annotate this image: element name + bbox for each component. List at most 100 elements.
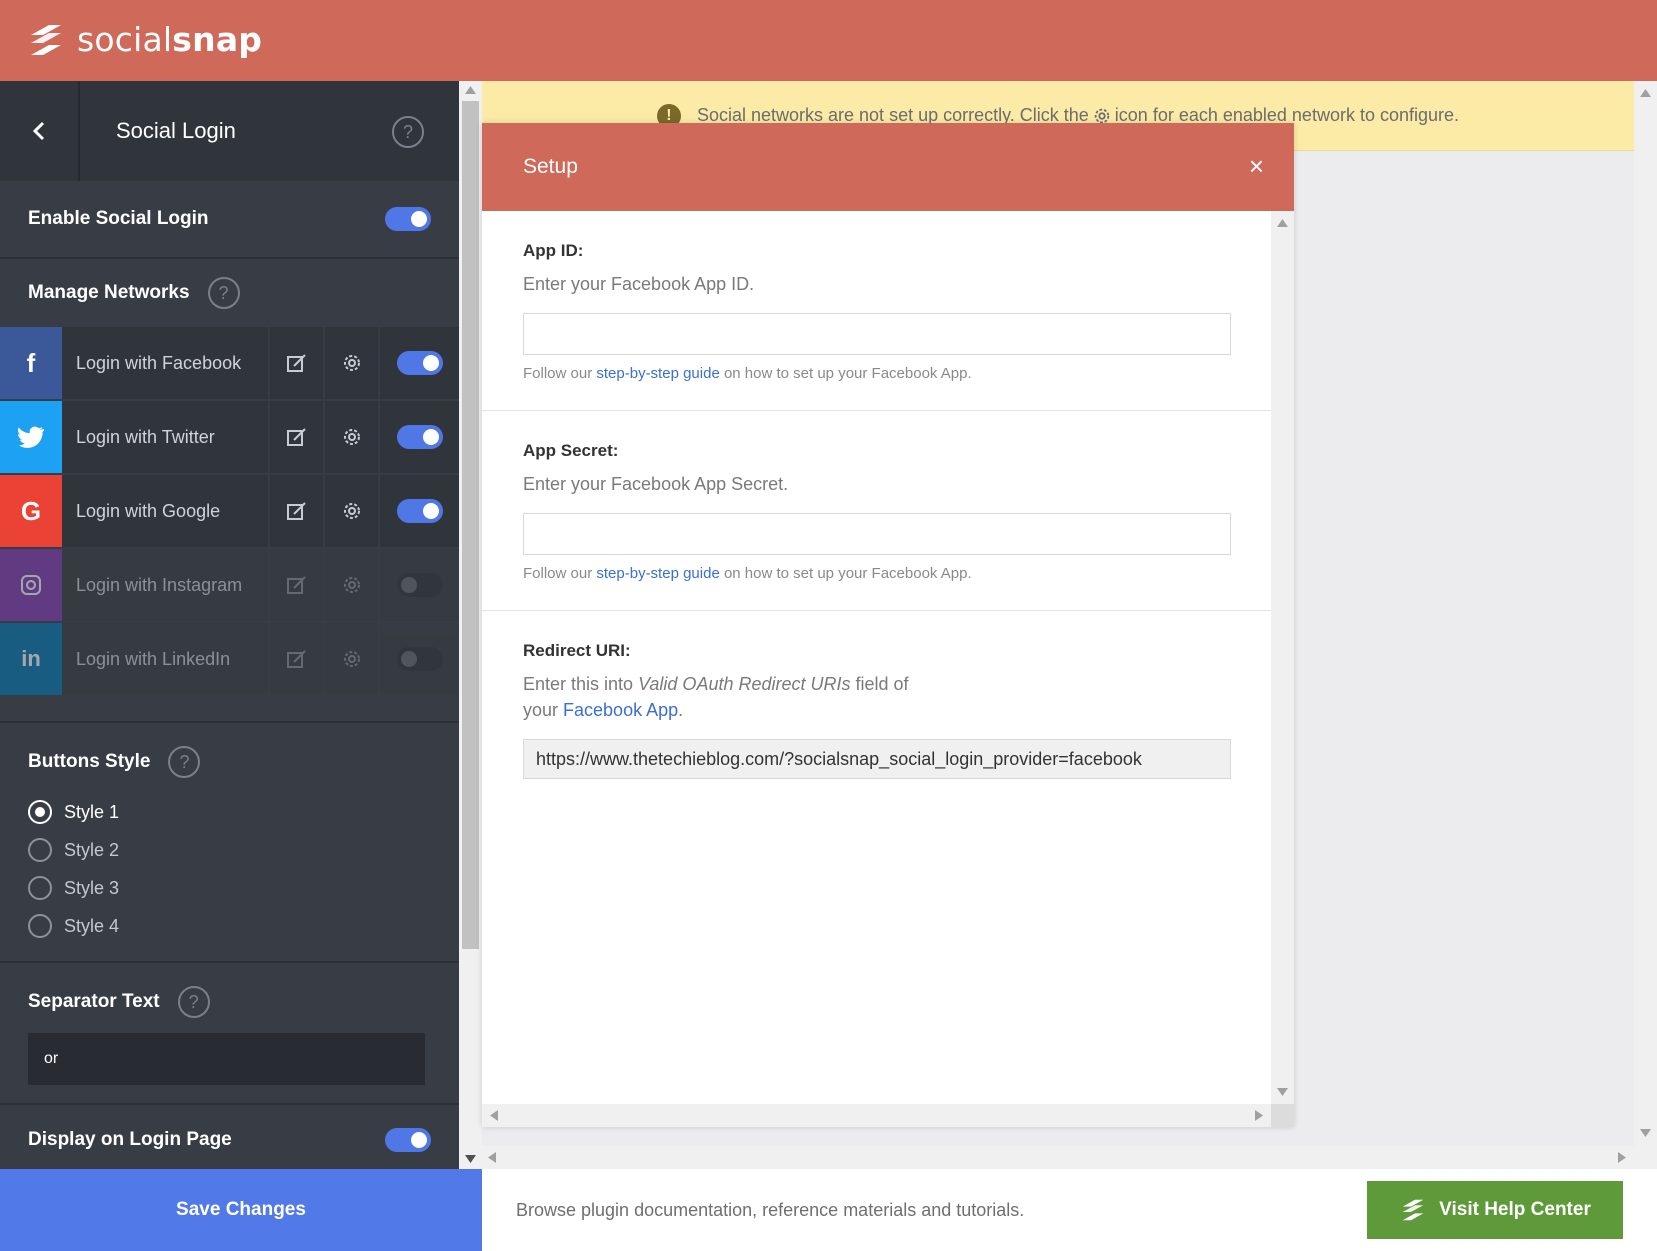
edit-icon (286, 576, 306, 594)
sidebar-header: Social Login ? (0, 81, 459, 181)
main-vertical-scrollbar[interactable] (1634, 81, 1657, 1169)
app-secret-input[interactable] (523, 513, 1231, 555)
sidebar-scrollbar-thumb[interactable] (462, 101, 479, 949)
socialsnap-wordmark: socialsnap (77, 20, 263, 59)
toggle (396, 351, 443, 375)
enable-social-login-toggle[interactable] (385, 207, 431, 231)
instagram-camera-icon (21, 575, 41, 595)
network-toggle-google[interactable] (380, 475, 459, 547)
separator-text-label: Separator Text (28, 991, 160, 1012)
scroll-down-arrow-icon[interactable] (465, 1155, 476, 1163)
socialsnap-logo[interactable]: socialsnap (27, 20, 262, 59)
socialsnap-logo-icon (31, 24, 61, 55)
radio-label: Style 3 (64, 877, 120, 898)
visit-help-center-label: Visit Help Center (1439, 1199, 1591, 1220)
step-by-step-guide-link[interactable]: step-by-step guide (596, 565, 719, 582)
main-horizontal-scrollbar[interactable] (482, 1146, 1634, 1169)
gear-icon (343, 355, 360, 371)
close-icon[interactable]: × (1249, 153, 1264, 179)
gear-icon (343, 429, 360, 445)
scrollbar-corner (1271, 1104, 1294, 1127)
scroll-right-arrow-icon[interactable] (1618, 1152, 1626, 1163)
buttons-style-row: Buttons Style ? (0, 723, 459, 793)
network-row-google: G Login with Google (0, 475, 459, 547)
settings-button[interactable] (325, 549, 380, 621)
edit-icon (286, 502, 306, 520)
app-id-field: App ID: Enter your Facebook App ID. Foll… (482, 211, 1271, 411)
buttons-style-label: Buttons Style (28, 751, 151, 772)
enable-social-login-row: Enable Social Login (0, 181, 459, 257)
network-toggle-facebook[interactable] (380, 327, 459, 399)
scroll-right-arrow-icon[interactable] (1255, 1110, 1263, 1121)
sidebar-title: Social Login (116, 118, 236, 143)
modal-header: Setup × (482, 123, 1294, 211)
app-id-description: Enter your Facebook App ID. (523, 274, 755, 294)
separator-text-input[interactable]: or (28, 1033, 425, 1085)
network-row-instagram: Login with Instagram (0, 549, 459, 621)
radio (28, 838, 52, 862)
radio-label: Style 1 (64, 801, 120, 822)
style-option-1[interactable]: Style 1 (0, 793, 459, 831)
network-list: f Login with Facebook Login with Twitter… (0, 327, 459, 695)
toggle (396, 573, 443, 597)
settings-button[interactable] (325, 327, 380, 399)
scroll-left-arrow-icon[interactable] (490, 1110, 498, 1121)
network-label: Login with Twitter (62, 401, 270, 473)
settings-button[interactable] (325, 401, 380, 473)
edit-button[interactable] (270, 623, 325, 695)
edit-button[interactable] (270, 549, 325, 621)
edit-button[interactable] (270, 401, 325, 473)
redirect-uri-input[interactable]: https://www.thetechieblog.com/?socialsna… (523, 739, 1231, 779)
hint-text: Follow our (523, 565, 593, 582)
network-toggle-linkedin[interactable] (380, 623, 459, 695)
settings-button[interactable] (325, 475, 380, 547)
edit-button[interactable] (270, 475, 325, 547)
facebook-icon: f (0, 327, 62, 399)
facebook-app-link[interactable]: Facebook App (563, 700, 678, 720)
style-option-3[interactable]: Style 3 (0, 869, 459, 907)
edit-icon (286, 428, 306, 446)
hint-text: on how to set up your Facebook App. (723, 365, 972, 382)
display-login-label: Display on Login Page (28, 1129, 232, 1150)
display-login-toggle[interactable] (385, 1128, 431, 1152)
visit-help-center-button[interactable]: Visit Help Center (1367, 1181, 1623, 1239)
toggle (396, 647, 443, 671)
scroll-down-arrow-icon[interactable] (1640, 1129, 1651, 1137)
help-icon[interactable]: ? (177, 986, 210, 1018)
help-icon[interactable]: ? (207, 277, 240, 309)
radio-label: Style 4 (64, 915, 120, 936)
style-option-2[interactable]: Style 2 (0, 831, 459, 869)
modal-horizontal-scrollbar[interactable] (482, 1104, 1271, 1127)
sidebar: Social Login ? Enable Social Login Manag… (0, 81, 459, 1169)
step-by-step-guide-link[interactable]: step-by-step guide (596, 365, 719, 382)
twitter-icon (0, 401, 62, 473)
scroll-up-arrow-icon[interactable] (465, 86, 476, 94)
edit-button[interactable] (270, 327, 325, 399)
network-toggle-twitter[interactable] (380, 401, 459, 473)
scroll-down-arrow-icon[interactable] (1277, 1088, 1288, 1096)
socialsnap-logo-icon (1402, 1199, 1424, 1221)
settings-button[interactable] (325, 623, 380, 695)
help-icon[interactable]: ? (168, 746, 201, 778)
sidebar-scrollbar[interactable] (459, 81, 482, 1169)
redirect-uri-label: Redirect URI: (523, 641, 631, 660)
save-changes-button[interactable]: Save Changes (0, 1169, 482, 1251)
help-icon[interactable]: ? (392, 116, 424, 148)
scroll-up-arrow-icon[interactable] (1277, 219, 1288, 227)
scroll-left-arrow-icon[interactable] (488, 1152, 496, 1163)
radio-label: Style 2 (64, 839, 120, 860)
modal-vertical-scrollbar[interactable] (1271, 211, 1294, 1104)
style-option-4[interactable]: Style 4 (0, 907, 459, 945)
back-button[interactable] (0, 81, 80, 181)
radio (28, 876, 52, 900)
radio (28, 914, 52, 938)
network-toggle-instagram[interactable] (380, 549, 459, 621)
scroll-up-arrow-icon[interactable] (1640, 89, 1651, 97)
app-id-label: App ID: (523, 241, 584, 260)
redirect-uri-field: Redirect URI: Enter this into Valid OAut… (482, 611, 1271, 807)
separator-text-row: Separator Text ? (0, 963, 459, 1033)
app-id-input[interactable] (523, 313, 1231, 355)
redirect-uri-description: Enter this into Valid OAuth Redirect URI… (523, 671, 943, 723)
